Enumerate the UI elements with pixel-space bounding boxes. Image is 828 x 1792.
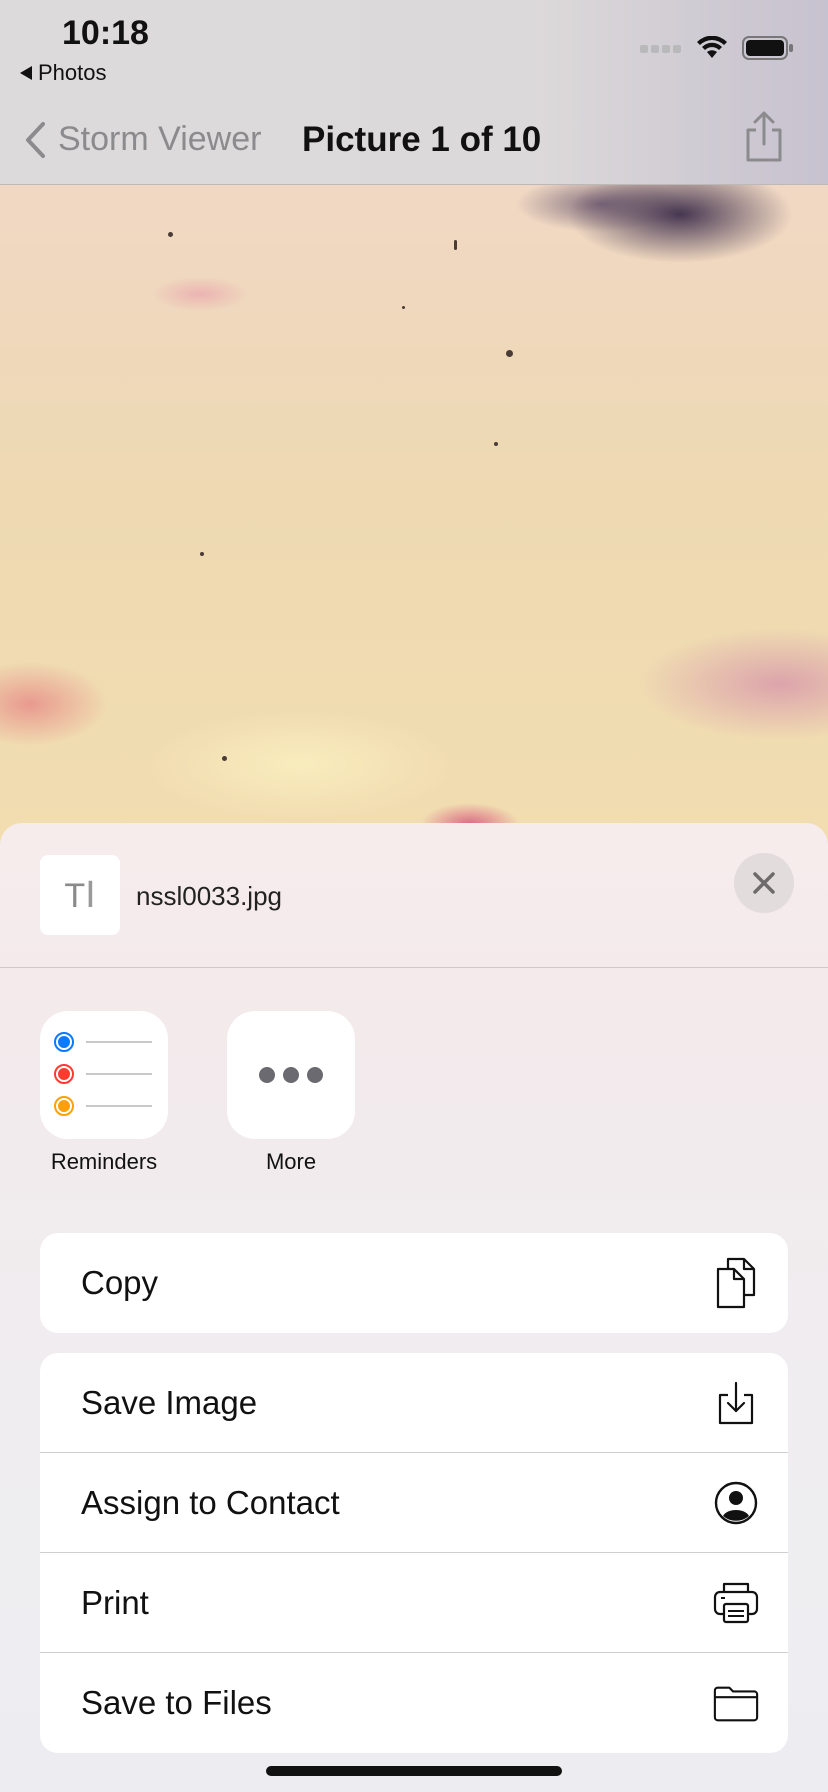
file-thumbnail: TI: [40, 855, 120, 935]
back-triangle-icon: [20, 66, 32, 80]
photo-speck: [494, 442, 498, 446]
share-sheet: TI nssl0033.jpg Reminders More Copy Save…: [0, 823, 828, 1792]
share-icon: [746, 111, 782, 162]
back-app-label: Photos: [38, 60, 107, 85]
page-title: Picture 1 of 10: [302, 120, 542, 159]
wifi-icon: [697, 36, 727, 58]
folder-icon: [712, 1677, 760, 1729]
navigation-bar: 10:18 Photos Storm Viewer Picture 1 of 1…: [0, 0, 828, 185]
battery-icon: [742, 36, 793, 60]
action-assign-contact-label: Assign to Contact: [81, 1483, 340, 1521]
app-label-reminders: Reminders: [50, 1149, 158, 1174]
photo-speck: [168, 232, 173, 237]
sheet-divider: [0, 967, 828, 968]
app-tile-more[interactable]: [227, 1011, 355, 1139]
action-assign-contact[interactable]: Assign to Contact: [40, 1453, 788, 1553]
app-tile-reminders[interactable]: [40, 1011, 168, 1139]
save-image-icon: [712, 1377, 760, 1429]
action-save-to-files[interactable]: Save to Files: [40, 1653, 788, 1753]
action-print[interactable]: Print: [40, 1553, 788, 1653]
close-button[interactable]: [734, 853, 794, 913]
action-save-to-files-label: Save to Files: [81, 1684, 272, 1721]
share-button[interactable]: [742, 110, 786, 164]
home-indicator[interactable]: [266, 1766, 562, 1776]
storm-photo: [0, 184, 828, 844]
action-group-main: Save Image Assign to Contact Print Save …: [40, 1353, 788, 1753]
action-save-image[interactable]: Save Image: [40, 1353, 788, 1453]
action-save-image-label: Save Image: [81, 1383, 258, 1421]
action-copy[interactable]: Copy: [40, 1233, 788, 1333]
text-cursor-icon: TI: [64, 873, 96, 916]
printer-icon: [712, 1577, 760, 1629]
photo-speck: [200, 552, 204, 556]
action-group-copy: Copy: [40, 1233, 788, 1333]
contact-icon: [712, 1477, 760, 1529]
nav-back-button[interactable]: Storm Viewer: [24, 120, 261, 159]
more-icon: [259, 1067, 323, 1083]
nav-back-label: Storm Viewer: [58, 120, 262, 158]
action-copy-label: Copy: [81, 1264, 159, 1301]
chevron-left-icon: [26, 121, 45, 158]
action-print-label: Print: [81, 1583, 149, 1621]
file-name: nssl0033.jpg: [136, 881, 282, 911]
status-time: 10:18: [62, 14, 149, 52]
app-label-more: More: [265, 1149, 317, 1174]
copy-icon: [712, 1257, 760, 1309]
photo-speck: [506, 350, 513, 357]
photo-speck: [454, 240, 457, 250]
photo-speck: [222, 756, 227, 761]
status-icons: [640, 36, 794, 60]
photo-speck: [402, 306, 405, 309]
reminders-icon: [54, 1032, 152, 1116]
back-to-app-button[interactable]: Photos: [20, 60, 107, 86]
signal-icon: [640, 45, 681, 53]
close-icon: [753, 872, 775, 894]
